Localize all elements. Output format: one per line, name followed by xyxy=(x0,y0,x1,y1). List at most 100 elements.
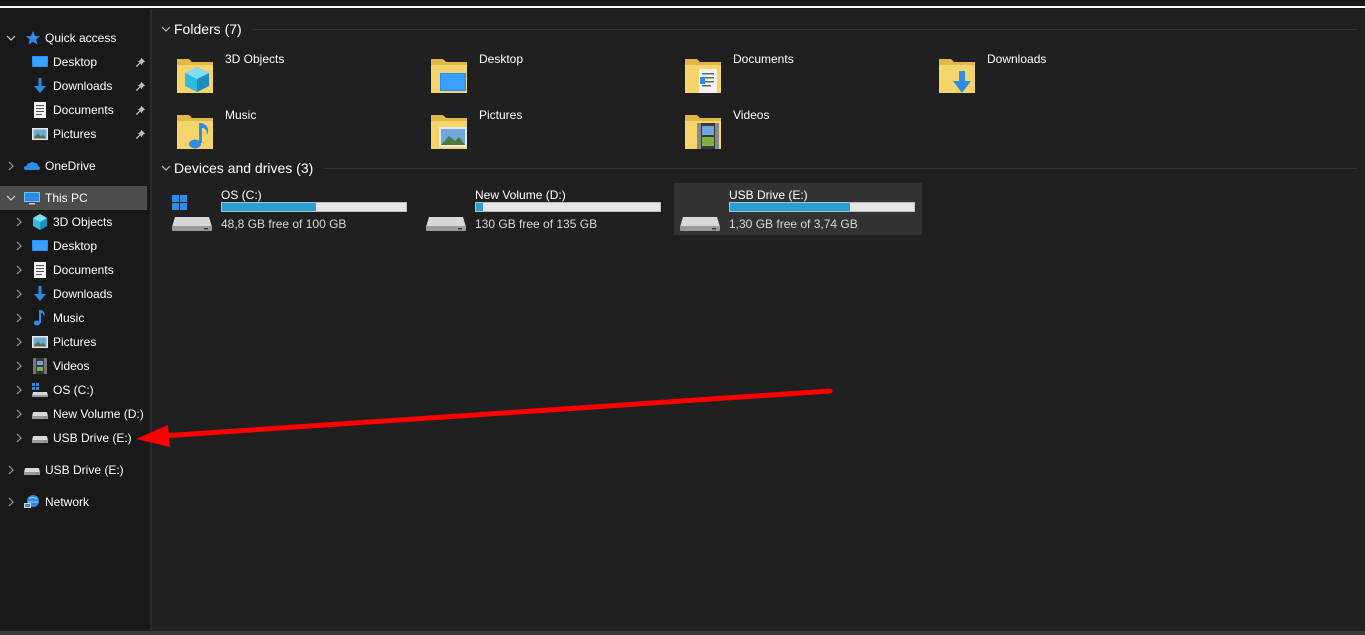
chevron-right-icon[interactable] xyxy=(5,160,17,172)
documents-folder-icon xyxy=(685,59,721,93)
nav-quick-access[interactable]: Quick access xyxy=(0,26,147,50)
3d-objects-folder-icon xyxy=(177,59,213,93)
chevron-down-icon[interactable] xyxy=(160,162,172,174)
pin-icon[interactable] xyxy=(134,80,146,92)
nav-usb-drive[interactable]: USB Drive (E:) xyxy=(0,458,147,482)
chevron-right-icon[interactable] xyxy=(5,464,17,476)
chevron-right-icon[interactable] xyxy=(13,384,25,396)
3d-objects-icon xyxy=(31,213,49,231)
nav-label: USB Drive (E:) xyxy=(45,463,124,477)
nav-pc-pictures[interactable]: Pictures xyxy=(0,330,147,354)
folder-name: Downloads xyxy=(987,52,1047,66)
drive-name: USB Drive (E:) xyxy=(729,188,808,202)
nav-label: USB Drive (E:) xyxy=(53,431,132,445)
chevron-right-icon[interactable] xyxy=(13,288,25,300)
chevron-right-icon[interactable] xyxy=(13,432,25,444)
desktop-icon xyxy=(31,53,49,71)
folder-tile-downloads[interactable]: Downloads xyxy=(917,47,1165,99)
nav-pc-music[interactable]: Music xyxy=(0,306,147,330)
capacity-bar-fill xyxy=(222,203,317,211)
desktop-folder-icon xyxy=(431,59,467,93)
folder-tile-music[interactable]: Music xyxy=(155,103,403,155)
network-icon xyxy=(23,493,41,511)
drive-free-space: 130 GB free of 135 GB xyxy=(475,217,598,231)
nav-label: Desktop xyxy=(53,55,98,69)
os-drive-icon xyxy=(31,381,49,399)
nav-pc-new-volume[interactable]: New Volume (D:) xyxy=(0,402,147,426)
drive-tile-usb[interactable]: USB Drive (E:) 1,30 GB free of 3,74 GB xyxy=(674,183,922,235)
nav-label: Pictures xyxy=(53,335,97,349)
documents-icon xyxy=(31,261,49,279)
folder-name: Videos xyxy=(733,108,770,122)
desktop-icon xyxy=(31,237,49,255)
chevron-right-icon[interactable] xyxy=(13,408,25,420)
content-pane[interactable]: Folders (7) 3D Objects Desktop Documents… xyxy=(152,9,1365,631)
drive-icon xyxy=(680,217,720,231)
star-icon xyxy=(24,29,42,47)
drive-icon xyxy=(31,405,49,423)
nav-pc-videos[interactable]: Videos xyxy=(0,354,147,378)
music-icon xyxy=(31,309,49,327)
folder-tile-desktop[interactable]: Desktop xyxy=(409,47,657,99)
chevron-right-icon[interactable] xyxy=(5,496,17,508)
drive-tile-os[interactable]: OS (C:) 48,8 GB free of 100 GB xyxy=(166,183,414,235)
folder-tile-3d-objects[interactable]: 3D Objects xyxy=(155,47,403,99)
capacity-bar-fill xyxy=(730,203,850,211)
pin-icon[interactable] xyxy=(134,104,146,116)
pin-icon[interactable] xyxy=(134,128,146,140)
drives-group-header[interactable]: Devices and drives (3) xyxy=(160,157,313,179)
folder-name: Documents xyxy=(733,52,794,66)
group-divider xyxy=(324,168,1357,169)
nav-qa-desktop[interactable]: Desktop xyxy=(0,50,147,74)
chevron-right-icon[interactable] xyxy=(13,336,25,348)
capacity-bar xyxy=(729,202,915,212)
nav-this-pc[interactable]: This PC xyxy=(0,186,147,210)
folder-tile-videos[interactable]: Videos xyxy=(663,103,911,155)
drive-tile-new-volume[interactable]: New Volume (D:) 130 GB free of 135 GB xyxy=(420,183,668,235)
top-border xyxy=(0,6,1365,8)
capacity-bar xyxy=(221,202,407,212)
chevron-right-icon[interactable] xyxy=(13,360,25,372)
folder-tile-documents[interactable]: Documents xyxy=(663,47,911,99)
nav-onedrive[interactable]: OneDrive xyxy=(0,154,147,178)
pin-icon[interactable] xyxy=(134,56,146,68)
group-title: Devices and drives (3) xyxy=(174,160,314,176)
nav-qa-downloads[interactable]: Downloads xyxy=(0,74,147,98)
chevron-right-icon[interactable] xyxy=(13,216,25,228)
chevron-right-icon[interactable] xyxy=(13,240,25,252)
downloads-icon xyxy=(31,285,49,303)
chevron-down-icon[interactable] xyxy=(5,192,17,204)
drive-name: New Volume (D:) xyxy=(475,188,566,202)
capacity-bar-fill xyxy=(476,203,483,211)
folder-tile-pictures[interactable]: Pictures xyxy=(409,103,657,155)
drive-icon xyxy=(23,461,41,479)
nav-label: Pictures xyxy=(53,127,97,141)
onedrive-icon xyxy=(23,157,41,175)
drive-icon xyxy=(426,217,466,231)
chevron-right-icon[interactable] xyxy=(13,264,25,276)
this-pc-icon xyxy=(23,189,41,207)
nav-label: Documents xyxy=(53,263,114,277)
nav-qa-pictures[interactable]: Pictures xyxy=(0,122,147,146)
nav-label: Network xyxy=(45,495,90,509)
nav-network[interactable]: Network xyxy=(0,490,147,514)
nav-label: Documents xyxy=(53,103,114,117)
nav-qa-documents[interactable]: Documents xyxy=(0,98,147,122)
videos-folder-icon xyxy=(685,115,721,149)
chevron-down-icon[interactable] xyxy=(5,32,17,44)
nav-pc-usb-drive[interactable]: USB Drive (E:) xyxy=(0,426,147,450)
nav-pc-desktop[interactable]: Desktop xyxy=(0,234,147,258)
chevron-down-icon[interactable] xyxy=(160,23,172,35)
navigation-pane[interactable]: Quick access Desktop Downloads Documents… xyxy=(0,9,150,631)
os-drive-icon xyxy=(172,195,212,231)
folders-group-header[interactable]: Folders (7) xyxy=(160,18,242,40)
chevron-right-icon[interactable] xyxy=(13,312,25,324)
nav-pc-3d-objects[interactable]: 3D Objects xyxy=(0,210,147,234)
nav-label: Downloads xyxy=(53,79,113,93)
nav-pc-documents[interactable]: Documents xyxy=(0,258,147,282)
videos-icon xyxy=(31,357,49,375)
nav-pc-os-drive[interactable]: OS (C:) xyxy=(0,378,147,402)
nav-pc-downloads[interactable]: Downloads xyxy=(0,282,147,306)
pictures-icon xyxy=(31,333,49,351)
drive-name: OS (C:) xyxy=(221,188,262,202)
